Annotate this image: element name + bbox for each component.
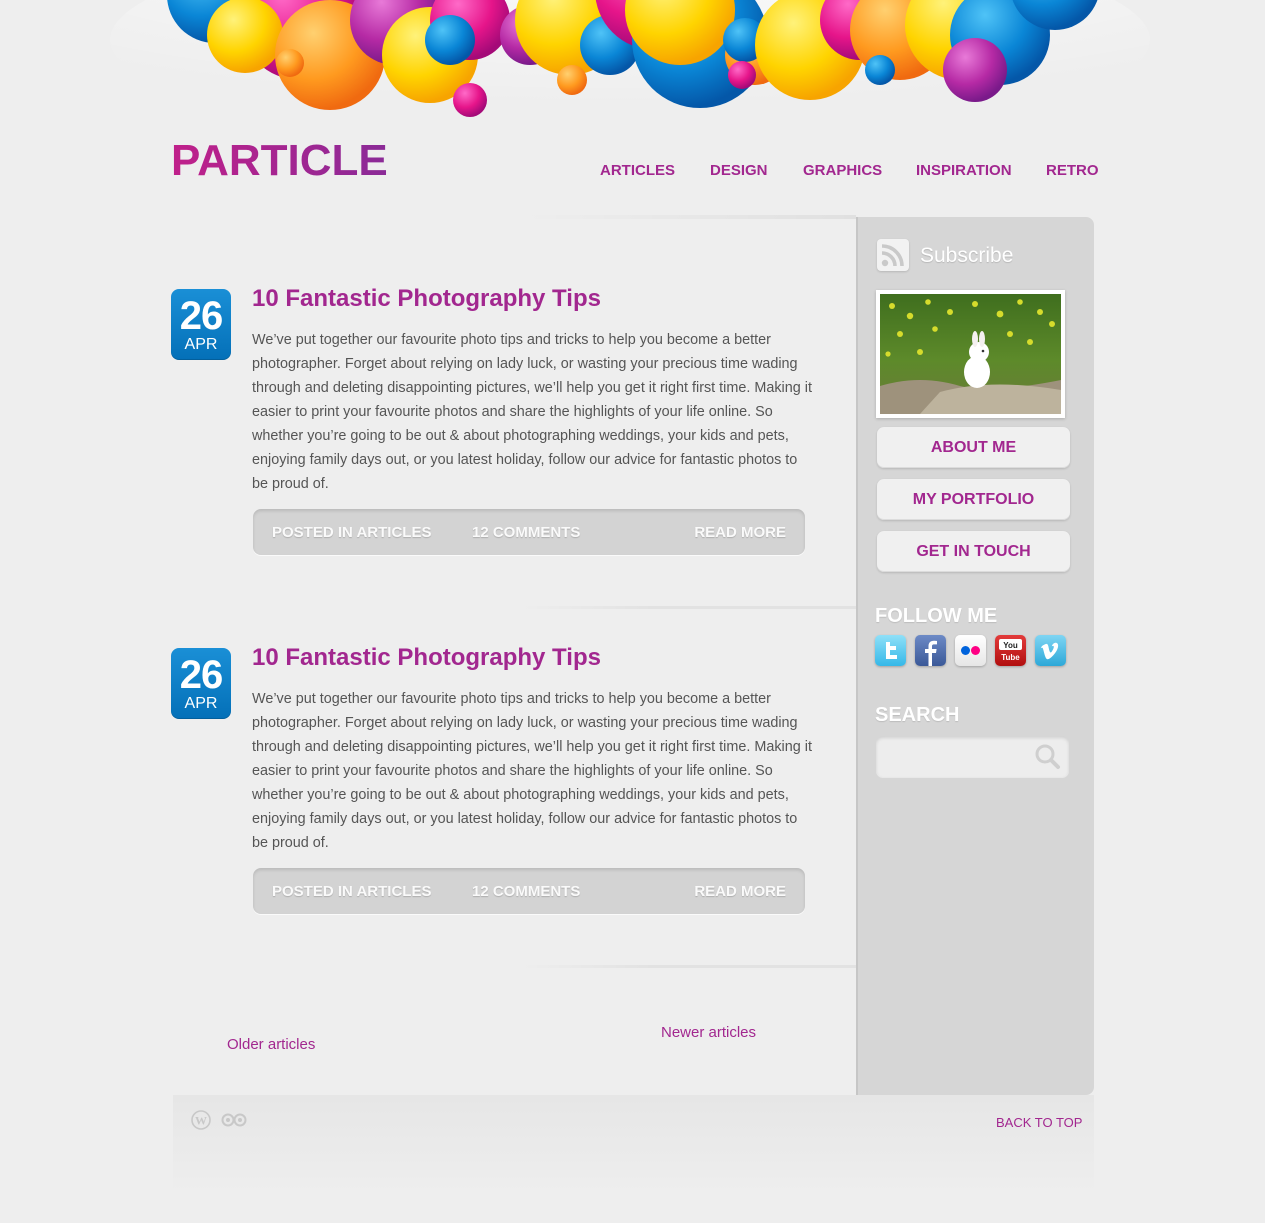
search-icon[interactable]	[1033, 742, 1061, 770]
svg-text:You: You	[1003, 641, 1018, 650]
follow-me-heading: FOLLOW ME	[875, 605, 998, 627]
post-body: We’ve put together our favourite photo t…	[252, 332, 812, 492]
date-month: APR	[184, 336, 218, 353]
header-bubbles-graphic	[110, 0, 1150, 130]
nav-item-inspiration[interactable]: INSPIRATION	[916, 162, 1012, 179]
date-day: 26	[179, 653, 224, 697]
read-more-link[interactable]: READ MORE	[694, 883, 786, 900]
youtube-icon[interactable]: You Tube	[995, 635, 1026, 666]
svg-text:W: W	[195, 1114, 207, 1128]
svg-text:Tube: Tube	[1001, 653, 1020, 662]
get-in-touch-button[interactable]: GET IN TOUCH	[877, 531, 1070, 572]
post-title[interactable]: 10 Fantastic Photography Tips	[252, 644, 601, 672]
search-field	[876, 736, 1069, 777]
date-month: APR	[184, 695, 218, 712]
vimeo-icon[interactable]	[1035, 635, 1066, 666]
post-divider	[520, 606, 856, 609]
twitter-icon[interactable]	[875, 635, 906, 666]
post-body: We’ve put together our favourite photo t…	[252, 691, 812, 851]
post-divider	[520, 965, 856, 968]
search-heading: SEARCH	[875, 704, 960, 726]
bunny-photo	[876, 290, 1065, 418]
post-category-link[interactable]: POSTED IN ARTICLES	[272, 883, 431, 900]
back-to-top-link[interactable]: BACK TO TOP	[996, 1115, 1082, 1130]
main-nav: ARTICLES DESIGN GRAPHICS INSPIRATION RET…	[600, 162, 1099, 182]
wordpress-icon[interactable]: W	[191, 1110, 211, 1130]
read-more-link[interactable]: READ MORE	[694, 524, 786, 541]
post-comments-link[interactable]: 12 COMMENTS	[472, 883, 580, 900]
newer-articles-link[interactable]: Newer articles	[661, 1024, 756, 1041]
older-articles-link[interactable]: Older articles	[227, 1036, 315, 1053]
date-badge: 26 APR	[171, 648, 231, 719]
post-meta-bar: POSTED IN ARTICLES 12 COMMENTS READ MORE	[253, 868, 805, 914]
date-badge: 26 APR	[171, 289, 231, 360]
post-title[interactable]: 10 Fantastic Photography Tips	[252, 285, 601, 313]
footer: W	[173, 1095, 1094, 1195]
tripadvisor-icon[interactable]	[221, 1112, 247, 1128]
search-input[interactable]	[884, 746, 1028, 768]
nav-item-design[interactable]: DESIGN	[710, 162, 768, 179]
post-comments-link[interactable]: 12 COMMENTS	[472, 524, 580, 541]
rss-icon[interactable]	[877, 239, 909, 271]
facebook-icon[interactable]	[915, 635, 946, 666]
nav-item-graphics[interactable]: GRAPHICS	[803, 162, 882, 179]
flickr-icon[interactable]	[955, 635, 986, 666]
subscribe-link[interactable]: Subscribe	[920, 244, 1013, 268]
nav-item-retro[interactable]: RETRO	[1046, 162, 1099, 179]
site-logo[interactable]: PARTICLE	[171, 138, 388, 184]
post-meta-bar: POSTED IN ARTICLES 12 COMMENTS READ MORE	[253, 509, 805, 555]
content-top-shadow	[520, 215, 856, 219]
about-me-button[interactable]: ABOUT ME	[877, 427, 1070, 468]
my-portfolio-button[interactable]: MY PORTFOLIO	[877, 479, 1070, 520]
date-day: 26	[179, 294, 224, 338]
post-category-link[interactable]: POSTED IN ARTICLES	[272, 524, 431, 541]
nav-item-articles[interactable]: ARTICLES	[600, 162, 675, 179]
